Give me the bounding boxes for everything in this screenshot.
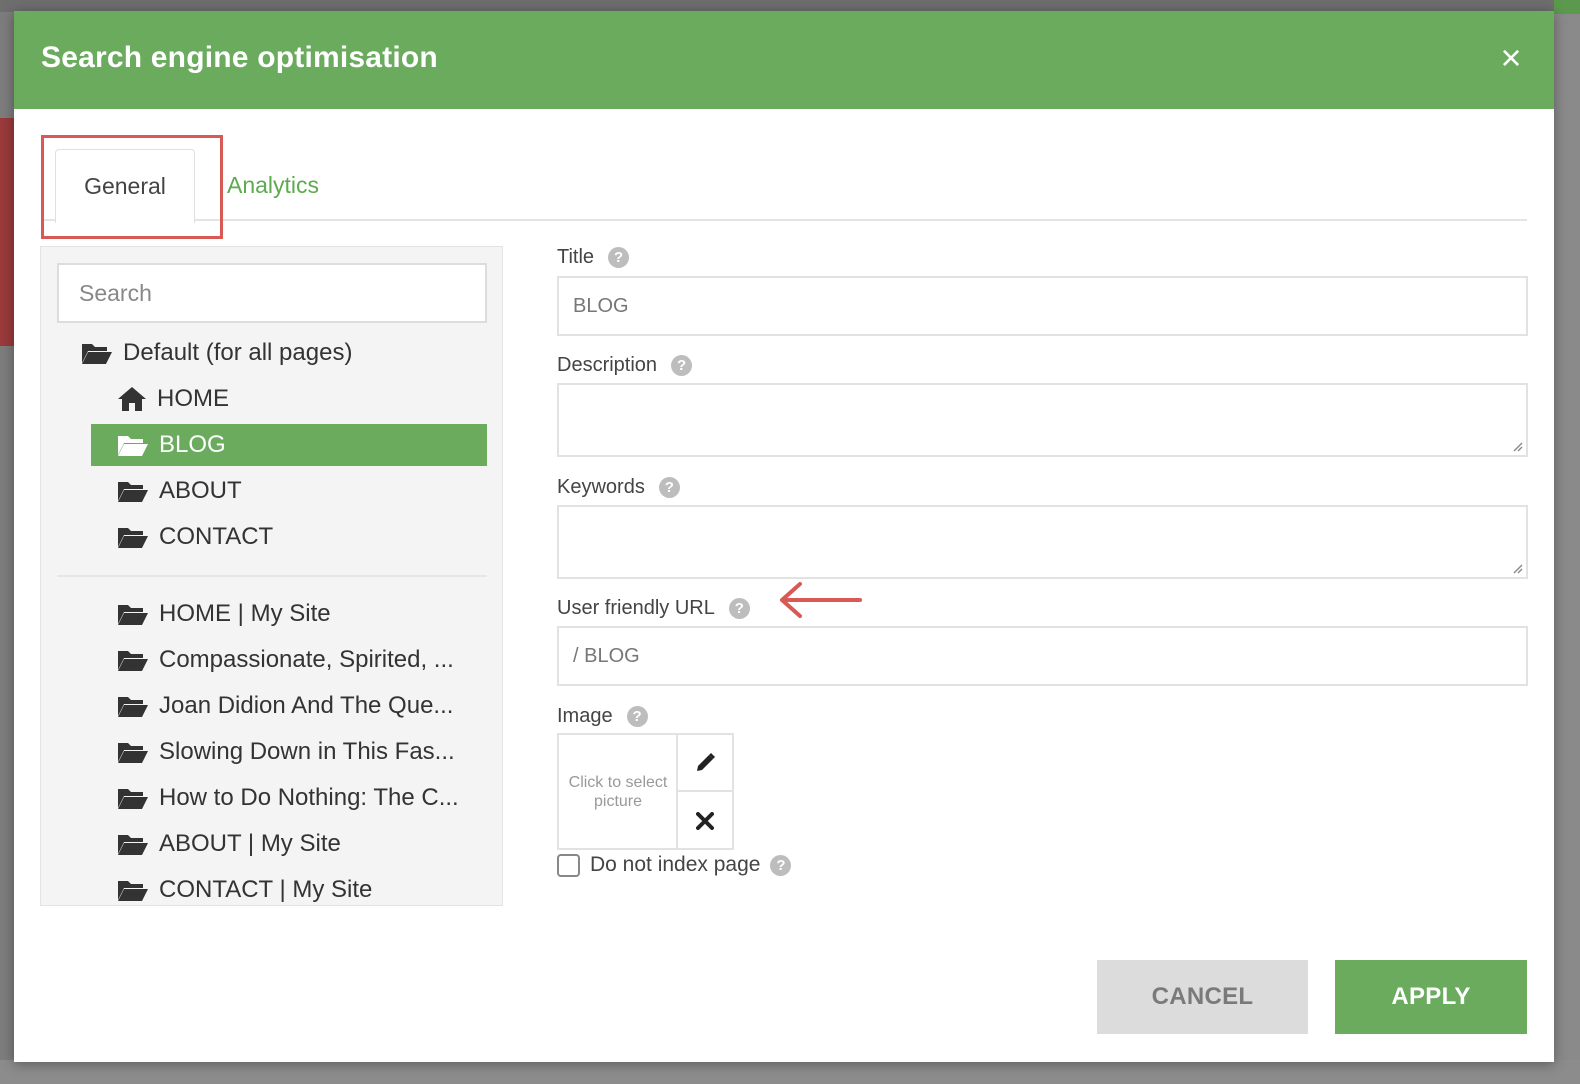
seo-dialog: Search engine optimisation × General Ana… — [14, 11, 1554, 1062]
folder-open-icon — [118, 835, 148, 855]
close-icon[interactable]: × — [1494, 40, 1528, 76]
image-picker: Click to select picture — [557, 733, 734, 850]
noindex-row: Do not index page ? — [557, 853, 792, 877]
background-page-edge — [1554, 0, 1580, 1084]
edit-image-button[interactable] — [676, 735, 732, 792]
help-icon[interactable]: ? — [728, 598, 750, 619]
page-item[interactable]: ABOUT | My Site — [117, 823, 341, 865]
help-icon[interactable]: ? — [770, 854, 792, 876]
tree-item-contact[interactable]: CONTACT — [117, 516, 273, 558]
page-item[interactable]: HOME | My Site — [117, 593, 331, 635]
title-label-text: Title — [557, 246, 595, 268]
folder-open-icon — [118, 436, 148, 456]
dialog-header: Search engine optimisation × — [14, 11, 1554, 109]
image-label: Image ? — [557, 705, 648, 728]
folder-open-icon — [118, 743, 148, 763]
page-item[interactable]: Joan Didion And The Que... — [117, 685, 453, 727]
tab-analytics[interactable]: Analytics — [227, 149, 319, 221]
tree-item-blog[interactable]: BLOG — [91, 424, 487, 466]
tree-search-input[interactable] — [57, 263, 487, 323]
page-item-label: How to Do Nothing: The C... — [159, 784, 459, 811]
cancel-button[interactable]: CANCEL — [1097, 960, 1308, 1034]
page-item-label: HOME | My Site — [159, 600, 331, 627]
help-icon[interactable]: ? — [658, 477, 680, 498]
background-page-accent — [0, 118, 14, 346]
background-page-footer — [0, 1060, 1580, 1084]
url-label-text: User friendly URL — [557, 597, 715, 619]
folder-open-icon — [82, 344, 112, 364]
page-item-label: Slowing Down in This Fas... — [159, 738, 455, 765]
keywords-label-text: Keywords — [557, 476, 645, 498]
annotation-arrow-icon — [780, 582, 862, 618]
resize-grip-icon[interactable] — [1511, 440, 1523, 452]
help-icon[interactable]: ? — [671, 355, 693, 376]
page-item[interactable]: How to Do Nothing: The C... — [117, 777, 459, 819]
select-picture-button[interactable]: Click to select picture — [559, 735, 677, 848]
page-item-label: ABOUT | My Site — [159, 830, 341, 857]
tab-bar: General Analytics — [41, 135, 1527, 239]
folder-open-icon — [118, 881, 148, 901]
pencil-icon — [697, 752, 715, 771]
folder-open-icon — [118, 651, 148, 671]
tree-item-label: Default (for all pages) — [123, 339, 353, 366]
tree-item-home[interactable]: HOME — [117, 378, 229, 420]
page-item[interactable]: Slowing Down in This Fas... — [117, 731, 455, 773]
tree-item-label: ABOUT — [159, 477, 242, 504]
help-icon[interactable]: ? — [608, 247, 630, 268]
home-icon — [118, 387, 146, 411]
keywords-label: Keywords ? — [557, 476, 680, 499]
page-item-label: Joan Didion And The Que... — [159, 692, 454, 719]
tab-general[interactable]: General — [55, 149, 195, 223]
image-label-text: Image — [557, 705, 613, 727]
page-item[interactable]: Compassionate, Spirited, ... — [117, 639, 454, 681]
close-icon — [696, 811, 714, 830]
title-label: Title ? — [557, 246, 630, 269]
page-item-label: CONTACT | My Site — [159, 876, 373, 903]
url-input[interactable] — [557, 626, 1528, 686]
page-tree-panel: Default (for all pages) HOME BLOG ABOUT … — [40, 246, 503, 906]
page-item-label: Compassionate, Spirited, ... — [159, 646, 454, 673]
description-label-text: Description — [557, 354, 658, 376]
apply-button[interactable]: APPLY — [1335, 960, 1527, 1034]
tree-item-label: HOME — [157, 385, 229, 412]
tree-item-default[interactable]: Default (for all pages) — [81, 332, 352, 374]
page-item[interactable]: CONTACT | My Site — [117, 869, 373, 905]
title-input[interactable] — [557, 276, 1528, 336]
tree-item-about[interactable]: ABOUT — [117, 470, 242, 512]
dialog-title: Search engine optimisation — [41, 41, 438, 74]
tree-divider — [57, 575, 487, 577]
description-field[interactable] — [557, 383, 1528, 457]
resize-grip-icon[interactable] — [1511, 562, 1523, 574]
url-label: User friendly URL ? — [557, 597, 750, 620]
description-label: Description ? — [557, 354, 693, 377]
keywords-field[interactable] — [557, 505, 1528, 579]
folder-open-icon — [118, 482, 148, 502]
noindex-checkbox[interactable] — [557, 853, 580, 877]
folder-open-icon — [118, 528, 148, 548]
tree-item-label: CONTACT — [159, 523, 274, 550]
noindex-label: Do not index page — [590, 853, 761, 876]
folder-open-icon — [118, 605, 148, 625]
remove-image-button[interactable] — [676, 792, 732, 849]
folder-open-icon — [118, 789, 148, 809]
folder-open-icon — [118, 697, 148, 717]
tree-item-label: BLOG — [159, 431, 226, 458]
help-icon[interactable]: ? — [626, 706, 648, 727]
